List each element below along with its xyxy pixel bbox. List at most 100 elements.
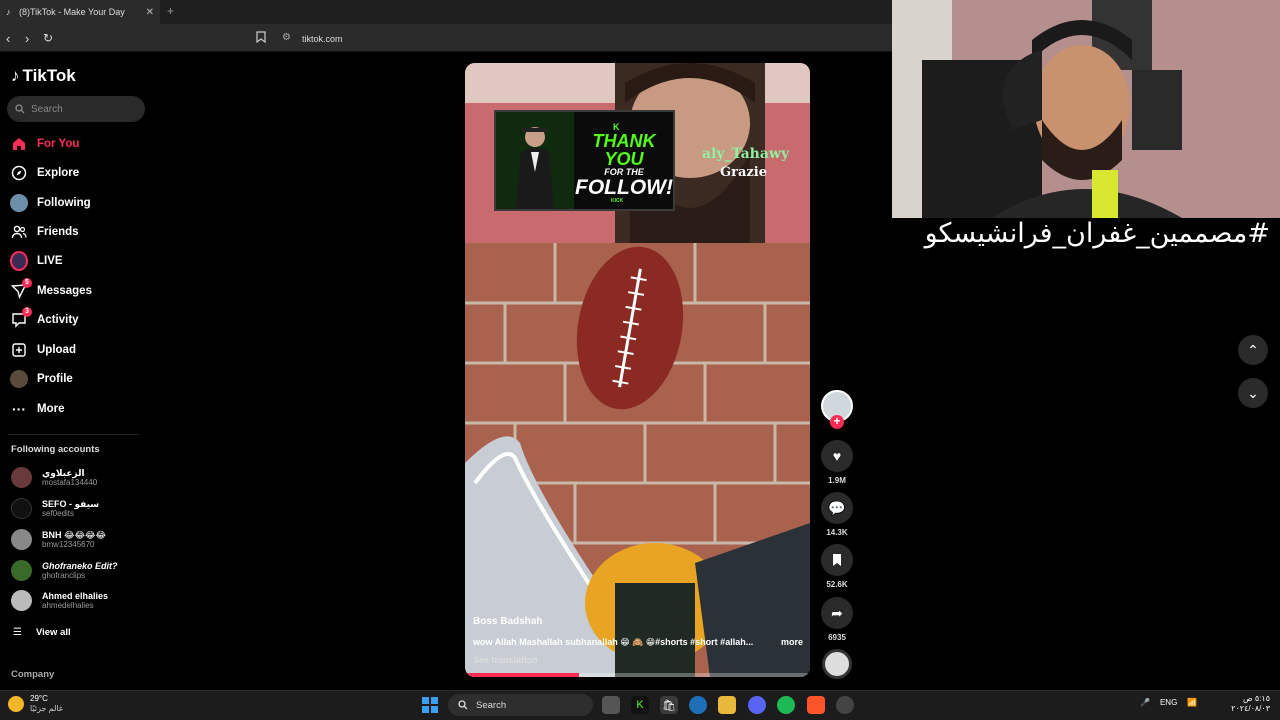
account-handle: mostafa134440 [42, 478, 98, 487]
nav-label: More [37, 403, 65, 415]
following-account[interactable]: الزعبلاوي mostafa134440 [11, 467, 97, 488]
music-disc-icon[interactable] [822, 649, 852, 679]
following-accounts-title: Following accounts [11, 444, 100, 455]
previous-video-button[interactable]: ⌃ [1238, 335, 1268, 365]
nav-friends[interactable]: Friends [10, 221, 79, 243]
discord-icon[interactable] [748, 696, 766, 714]
taskbar-search-label: Search [476, 699, 507, 711]
avatar [11, 590, 32, 611]
language-indicator[interactable]: ENG [1160, 698, 1177, 707]
home-icon [10, 135, 28, 153]
like-button[interactable]: ♥ 1.9M [821, 440, 853, 485]
new-tab-button[interactable]: + [167, 4, 174, 18]
folder-icon[interactable] [718, 696, 736, 714]
share-icon: ➦ [821, 597, 853, 629]
nav-label: Profile [37, 373, 73, 385]
nav-label: Activity [37, 314, 79, 326]
comment-button[interactable]: 💬 14.3K [821, 492, 853, 537]
following-icon [10, 194, 28, 212]
follower-username: aly_Tahawy [702, 146, 790, 162]
share-button[interactable]: ➦ 6935 [821, 597, 853, 642]
nav-activity[interactable]: 3 Activity [10, 307, 79, 331]
friends-icon [10, 223, 28, 241]
more-button[interactable]: more [781, 637, 803, 648]
chevron-down-icon: ⌄ [1247, 384, 1259, 401]
banner-character-image [496, 112, 574, 209]
company-link[interactable]: Company [11, 669, 54, 680]
account-name: Ghofraneko Edit? [42, 561, 118, 571]
share-count: 6935 [828, 633, 846, 642]
browser-tab[interactable]: ♪ (8)TikTok - Make Your Day ✕ [0, 0, 160, 24]
tab-close-icon[interactable]: ✕ [146, 7, 154, 18]
kick-app-icon[interactable]: K [631, 696, 649, 714]
edge-icon[interactable] [689, 696, 707, 714]
spotify-icon[interactable] [777, 696, 795, 714]
comment-count: 14.3K [826, 528, 848, 537]
video-description: wow Allah Mashallah subhanallah 😁 🙈 😁#sh… [473, 637, 803, 648]
description-text: wow Allah Mashallah subhanallah 😁 🙈 😁#sh… [473, 637, 754, 647]
nav-messages[interactable]: 5 Messages [10, 278, 92, 302]
account-handle: bmw12345670 [42, 540, 95, 549]
network-icon[interactable]: 📶 [1187, 698, 1197, 707]
webcam-overlay [892, 0, 1280, 218]
address-bar[interactable]: tiktok.com [302, 34, 343, 44]
bookmark-icon[interactable] [256, 31, 266, 46]
more-icon: ··· [12, 401, 26, 417]
back-icon[interactable]: ‹ [6, 31, 10, 46]
search-input[interactable]: Search [7, 96, 145, 122]
start-button[interactable] [422, 697, 438, 713]
following-account[interactable]: Ghofraneko Edit? ghofranclips [11, 560, 118, 581]
nav-live[interactable]: LIVE [10, 250, 63, 272]
weather-widget[interactable]: 29°C غالم جزئيًا [8, 694, 63, 714]
nav-for-you[interactable]: For You [10, 133, 79, 155]
following-account[interactable]: BNH 😂😂😂😂 bmw12345670 [11, 529, 106, 550]
obs-icon[interactable] [836, 696, 854, 714]
banner-brand: KICK [611, 198, 624, 204]
site-settings-icon[interactable]: ⚙ [282, 32, 291, 43]
profile-icon [10, 370, 28, 388]
clock-date: ٢٠٢٤/٠٨/٠٣ [1231, 704, 1270, 713]
weather-condition: غالم جزئيًا [30, 704, 64, 713]
following-account[interactable]: SEFO - سيفو sef0edits [11, 498, 99, 519]
view-all-button[interactable]: ☰ View all [13, 627, 71, 638]
account-name: Ahmed elhalies [42, 591, 109, 601]
following-account[interactable]: Ahmed elhalies ahmedelhalies [11, 590, 108, 611]
microphone-icon[interactable]: 🎤 [1140, 698, 1150, 707]
see-translation-link[interactable]: See translation [473, 655, 538, 665]
compass-icon [10, 164, 28, 182]
task-view-icon[interactable] [602, 696, 620, 714]
account-handle: ghofranclips [42, 571, 86, 580]
account-name: الزعبلاوي [42, 468, 85, 478]
upload-icon [10, 341, 28, 359]
nav-label: Explore [37, 167, 80, 179]
logo-text: TikTok [22, 66, 76, 85]
activity-badge: 3 [22, 307, 32, 317]
forward-icon[interactable]: › [25, 31, 29, 46]
avatar [11, 498, 32, 519]
save-button[interactable]: 52.6K [821, 544, 853, 589]
clock[interactable]: ٥:١٥ ص ٢٠٢٤/٠٨/٠٣ [1200, 694, 1270, 714]
taskbar-search[interactable]: Search [448, 694, 593, 716]
system-tray[interactable]: 🎤 ENG 📶 [1140, 698, 1197, 707]
like-count: 1.9M [828, 476, 846, 485]
search-icon [458, 700, 468, 710]
nav-explore[interactable]: Explore [10, 162, 79, 184]
video-progress-bar[interactable] [465, 673, 810, 677]
nav-label: Messages [37, 285, 92, 297]
list-icon: ☰ [13, 627, 22, 638]
activity-icon: 3 [10, 307, 32, 329]
nav-upload[interactable]: Upload [10, 339, 76, 361]
nav-following[interactable]: Following [10, 192, 91, 214]
nav-profile[interactable]: Profile [10, 368, 73, 390]
store-icon[interactable]: 🛍 [660, 696, 678, 714]
sidebar-divider [8, 434, 140, 435]
video-author[interactable]: Boss Badshah [473, 616, 542, 627]
follow-plus-icon[interactable]: + [830, 415, 844, 429]
brave-icon[interactable] [807, 696, 825, 714]
nav-more[interactable]: ··· More [10, 398, 64, 420]
bookmark-icon [821, 544, 853, 576]
account-name: SEFO - سيفو [42, 499, 100, 509]
next-video-button[interactable]: ⌄ [1238, 378, 1268, 408]
tiktok-logo[interactable]: ♪ TikTok [11, 66, 76, 86]
reload-icon[interactable]: ↻ [43, 31, 53, 45]
